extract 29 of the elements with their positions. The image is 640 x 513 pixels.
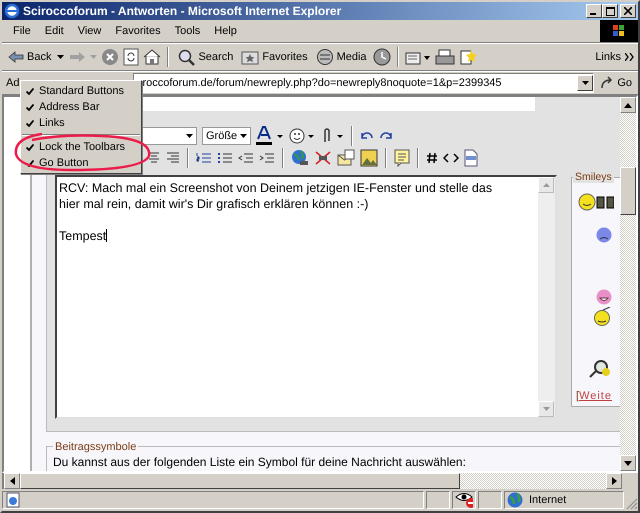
menu-item[interactable]: File (6, 25, 38, 37)
context-menu-item[interactable]: Address Bar (21, 99, 141, 115)
post-icons-text: Du kannst aus der folgenden Liste ein Symbol für deine Nachricht auswählen: (53, 455, 467, 469)
context-menu-item[interactable]: Lock the Toolbars (21, 139, 141, 155)
favorites-button[interactable]: Favorites (239, 48, 310, 66)
menu-item[interactable]: View (70, 25, 108, 37)
message-text-line: RCV: Mach mal ein Screenshot von Deinem jetzigen IE-Fenster und stelle das (59, 180, 494, 196)
context-menu-item[interactable]: Links (21, 115, 141, 131)
context-menu-item[interactable]: Go Button (21, 155, 141, 171)
smileys-legend: Smileys (573, 171, 614, 183)
security-zone-label: Internet (529, 494, 566, 506)
menu-item[interactable]: Tools (168, 25, 208, 37)
media-button[interactable]: Media (314, 47, 369, 67)
back-button[interactable]: Back (6, 49, 54, 65)
address-label: Ad (6, 77, 20, 89)
menu-item[interactable]: Help (207, 25, 244, 37)
post-icons-legend: Beitragssymbole (53, 441, 138, 453)
message-text-line: Tempest (59, 228, 108, 244)
address-field[interactable]: roccoforum.de/forum/newreply.php?do=newreply8noquote=1&p=2399345 (133, 73, 594, 93)
menu-item[interactable]: Edit (38, 25, 71, 37)
size-select[interactable]: Größe (202, 127, 252, 145)
message-text-line: hier mal rein, damit wir's Dir grafisch erklären können :-) (59, 196, 370, 212)
bracket-text: [ (576, 390, 580, 402)
window-title: Sciroccoforum - Antworten - Microsoft Internet Explorer (23, 4, 342, 18)
go-button[interactable]: Go (598, 75, 634, 91)
links-label[interactable]: Links (595, 51, 621, 63)
search-button[interactable]: Search (175, 47, 236, 67)
more-smileys-link[interactable]: Weite (579, 390, 612, 402)
menu-item[interactable]: Favorites (108, 25, 168, 37)
